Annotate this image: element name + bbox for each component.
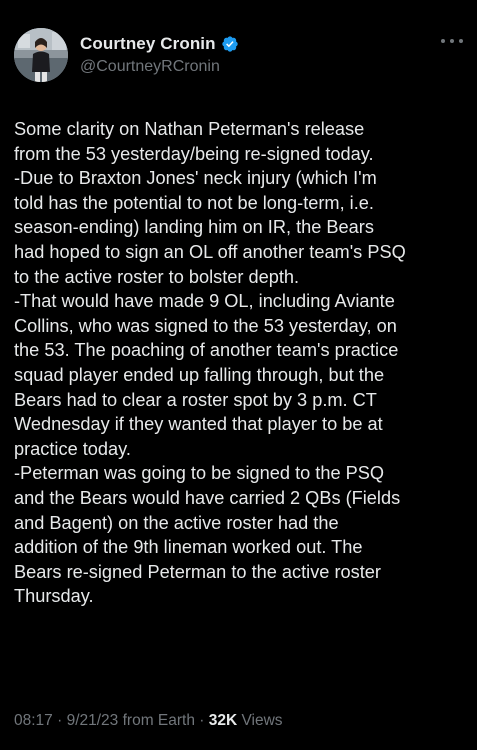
tweet-card: Courtney Cronin @CourtneyRCronin Some cl…: [0, 0, 477, 750]
tweet-text-line: told has the potential to not be long-te…: [14, 192, 374, 213]
tweet-text-line: Bears had to clear a roster spot by 3 p.…: [14, 389, 377, 410]
tweet-text-line: Some clarity on Nathan Peterman's releas…: [14, 119, 365, 139]
tweet-text-line: -That would have made 9 OL, including Av…: [14, 291, 395, 312]
tweet-text-line: -Due to Braxton Jones' neck injury (whic…: [14, 168, 377, 189]
tweet-text-line: Thursday.: [14, 586, 94, 607]
verified-badge-icon: [221, 35, 239, 53]
tweet-text: Some clarity on Nathan Peterman's releas…: [14, 117, 469, 609]
tweet-text-line: Collins, who was signed to the 53 yester…: [14, 315, 397, 336]
tweet-text-line: to the active roster to bolster depth.: [14, 266, 300, 287]
meta-separator: ·: [194, 712, 209, 729]
tweet-text-line: had hoped to sign an OL off another team…: [14, 241, 406, 262]
tweet-time[interactable]: 08:17: [14, 712, 53, 729]
tweet-text-line: Wednesday if they wanted that player to …: [14, 414, 383, 435]
tweet-meta: 08:17 · 9/21/23 from Earth · 32K Views: [14, 712, 283, 730]
meta-separator: ·: [52, 712, 67, 729]
tweet-text-line: season-ending) landing him on IR, the Be…: [14, 217, 374, 238]
more-options-icon[interactable]: [441, 36, 463, 46]
author-name-row[interactable]: Courtney Cronin: [80, 34, 239, 54]
tweet-text-line: practice today.: [14, 438, 131, 459]
tweet-text-line: from the 53 yesterday/being re-signed to…: [14, 143, 374, 164]
views-label: Views: [237, 712, 283, 729]
tweet-text-line: -Peterman was going to be signed to the …: [14, 463, 385, 484]
tweet-text-line: addition of the 9th lineman worked out. …: [14, 537, 363, 558]
views-count[interactable]: 32K: [209, 712, 237, 729]
tweet-text-line: the 53. The poaching of another team's p…: [14, 340, 399, 361]
tweet-text-line: and Bagent) on the active roster had the: [14, 512, 339, 533]
tweet-text-line: Bears re-signed Peterman to the active r…: [14, 561, 381, 582]
author-handle[interactable]: @CourtneyRCronin: [80, 58, 220, 76]
tweet-text-line: and the Bears would have carried 2 QBs (…: [14, 487, 401, 508]
display-name[interactable]: Courtney Cronin: [80, 34, 216, 54]
tweet-text-line: squad player ended up falling through, b…: [14, 364, 385, 385]
tweet-date-source[interactable]: 9/21/23 from Earth: [67, 712, 195, 729]
avatar[interactable]: [14, 28, 68, 82]
